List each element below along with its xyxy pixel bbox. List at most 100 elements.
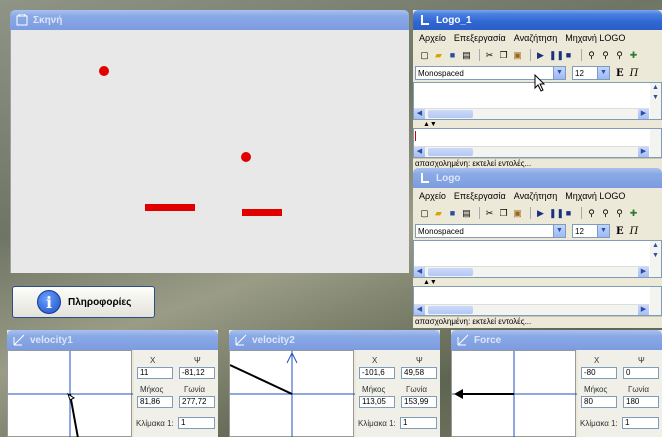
scroll-left-icon[interactable]: ◀ xyxy=(414,109,425,119)
vertical-scrollbar[interactable]: ▲ ▼ xyxy=(650,241,661,277)
pause-icon[interactable]: ❚❚ xyxy=(549,208,564,219)
scroll-left-icon[interactable]: ◀ xyxy=(414,147,425,157)
scroll-right-icon[interactable]: ▶ xyxy=(638,305,649,315)
output-pane[interactable]: ◀ ▶ xyxy=(413,286,662,316)
find-icon[interactable]: ⚲ xyxy=(586,50,597,61)
italic-button[interactable]: П xyxy=(630,226,639,237)
chevron-down-icon[interactable]: ▼ xyxy=(597,225,609,237)
font-size-select[interactable]: 12 ▼ xyxy=(572,224,610,238)
vertical-scrollbar[interactable]: ▲ ▼ xyxy=(650,83,661,119)
scene-canvas[interactable] xyxy=(10,30,409,273)
scroll-left-icon[interactable]: ◀ xyxy=(414,305,425,315)
x-field[interactable]: -80 xyxy=(581,367,617,379)
angle-field[interactable]: 277,72 xyxy=(179,396,215,408)
info-button[interactable]: i Πληροφορίες xyxy=(12,286,155,318)
run-icon[interactable]: ▶ xyxy=(535,208,546,219)
vector-plot[interactable] xyxy=(7,350,133,437)
ball[interactable] xyxy=(99,66,109,76)
x-field[interactable]: 11 xyxy=(137,367,173,379)
horizontal-scrollbar[interactable]: ◀ ▶ xyxy=(414,304,649,315)
y-field[interactable]: 0 xyxy=(623,367,659,379)
font-family-select[interactable]: Monospaced ▼ xyxy=(415,224,566,238)
cut-icon[interactable]: ✂ xyxy=(484,50,495,61)
horizontal-scrollbar[interactable]: ◀ ▶ xyxy=(414,266,649,277)
chevron-down-icon[interactable]: ▼ xyxy=(553,225,565,237)
add-icon[interactable]: ✚ xyxy=(628,208,639,219)
menu-edit[interactable]: Επεξεργασία xyxy=(454,191,506,201)
scene-window[interactable]: Σκηνή xyxy=(10,10,409,273)
save-icon[interactable]: ■ xyxy=(447,50,458,61)
italic-button[interactable]: П xyxy=(630,68,639,79)
vector-window-force[interactable]: Force X Ψ -80 0 Μήκος Γωνία 80 180 Κλίμα… xyxy=(451,330,662,437)
open-folder-icon[interactable]: ▰ xyxy=(433,50,444,61)
vector-titlebar[interactable]: velocity1 xyxy=(7,330,218,350)
horizontal-scrollbar[interactable]: ◀ ▶ xyxy=(414,108,649,119)
vector-titlebar[interactable]: velocity2 xyxy=(229,330,440,350)
vector-window-velocity1[interactable]: velocity1 X Ψ 11 -81,12 Μήκος Γωνία 81,8… xyxy=(7,330,218,437)
copy-icon[interactable]: ❐ xyxy=(498,208,509,219)
find-icon[interactable]: ⚲ xyxy=(586,208,597,219)
scroll-right-icon[interactable]: ▶ xyxy=(638,147,649,157)
scroll-down-icon[interactable]: ▼ xyxy=(650,93,661,102)
y-field[interactable]: 49,58 xyxy=(401,367,437,379)
scale-field[interactable]: 1 xyxy=(178,417,215,429)
print-icon[interactable]: ▤ xyxy=(461,50,472,61)
bold-button[interactable]: E xyxy=(616,226,624,237)
add-icon[interactable]: ✚ xyxy=(628,50,639,61)
scroll-up-icon[interactable]: ▲ xyxy=(650,241,661,250)
open-folder-icon[interactable]: ▰ xyxy=(433,208,444,219)
x-field[interactable]: -101,6 xyxy=(359,367,395,379)
scroll-thumb[interactable] xyxy=(428,306,473,314)
length-field[interactable]: 81,86 xyxy=(137,396,173,408)
angle-field[interactable]: 180 xyxy=(623,396,659,408)
paddle[interactable] xyxy=(145,204,195,211)
length-field[interactable]: 80 xyxy=(581,396,617,408)
menu-edit[interactable]: Επεξεργασία xyxy=(454,33,506,43)
scroll-thumb[interactable] xyxy=(428,148,473,156)
run-icon[interactable]: ▶ xyxy=(535,50,546,61)
menu-logo-engine[interactable]: Μηχανή LOGO xyxy=(565,33,625,43)
scroll-down-icon[interactable]: ▼ xyxy=(650,251,661,260)
menu-logo-engine[interactable]: Μηχανή LOGO xyxy=(565,191,625,201)
scroll-up-icon[interactable]: ▲ xyxy=(650,83,661,92)
vector-window-velocity2[interactable]: velocity2 X Ψ -101,6 49,58 Μήκος Γωνία 1… xyxy=(229,330,440,437)
stop-icon[interactable]: ■ xyxy=(563,50,574,61)
logo-window-1-titlebar[interactable]: Logo_1 xyxy=(413,10,662,30)
cut-icon[interactable]: ✂ xyxy=(484,208,495,219)
scene-titlebar[interactable]: Σκηνή xyxy=(10,10,409,30)
scroll-thumb[interactable] xyxy=(428,268,473,276)
vector-plot[interactable] xyxy=(451,350,577,437)
length-field[interactable]: 113,05 xyxy=(359,396,395,408)
menu-search[interactable]: Αναζήτηση xyxy=(514,33,557,43)
scale-field[interactable]: 1 xyxy=(400,417,437,429)
scroll-right-icon[interactable]: ▶ xyxy=(638,267,649,277)
split-arrows-icon[interactable]: ▲▼ xyxy=(423,121,437,128)
paste-icon[interactable]: ▣ xyxy=(512,208,523,219)
save-icon[interactable]: ■ xyxy=(447,208,458,219)
new-file-icon[interactable]: ▢ xyxy=(419,50,430,61)
replace-icon[interactable]: ⚲ xyxy=(600,50,611,61)
y-field[interactable]: -81,12 xyxy=(179,367,215,379)
logo-window-2-titlebar[interactable]: Logo xyxy=(413,168,662,188)
scroll-right-icon[interactable]: ▶ xyxy=(638,109,649,119)
replace-icon[interactable]: ⚲ xyxy=(600,208,611,219)
paste-icon[interactable]: ▣ xyxy=(512,50,523,61)
paddle[interactable] xyxy=(242,209,282,216)
split-arrows-icon[interactable]: ▲▼ xyxy=(423,279,437,286)
split-divider[interactable]: ▲▼ xyxy=(413,120,662,128)
ball[interactable] xyxy=(241,152,251,162)
chevron-down-icon[interactable]: ▼ xyxy=(553,67,565,79)
menu-file[interactable]: Αρχείο xyxy=(419,33,446,43)
print-icon[interactable]: ▤ xyxy=(461,208,472,219)
vertical-scrollbar[interactable] xyxy=(650,129,661,157)
split-divider[interactable]: ▲▼ xyxy=(413,278,662,286)
vector-titlebar[interactable]: Force xyxy=(451,330,662,350)
pause-icon[interactable]: ❚❚ xyxy=(549,50,564,61)
chevron-down-icon[interactable]: ▼ xyxy=(597,67,609,79)
logo-window-2[interactable]: Logo Αρχείο Επεξεργασία Αναζήτηση Μηχανή… xyxy=(413,168,662,328)
copy-icon[interactable]: ❐ xyxy=(498,50,509,61)
font-size-select[interactable]: 12 ▼ xyxy=(572,66,610,80)
scroll-thumb[interactable] xyxy=(428,110,473,118)
bold-button[interactable]: E xyxy=(616,68,624,79)
menu-search[interactable]: Αναζήτηση xyxy=(514,191,557,201)
